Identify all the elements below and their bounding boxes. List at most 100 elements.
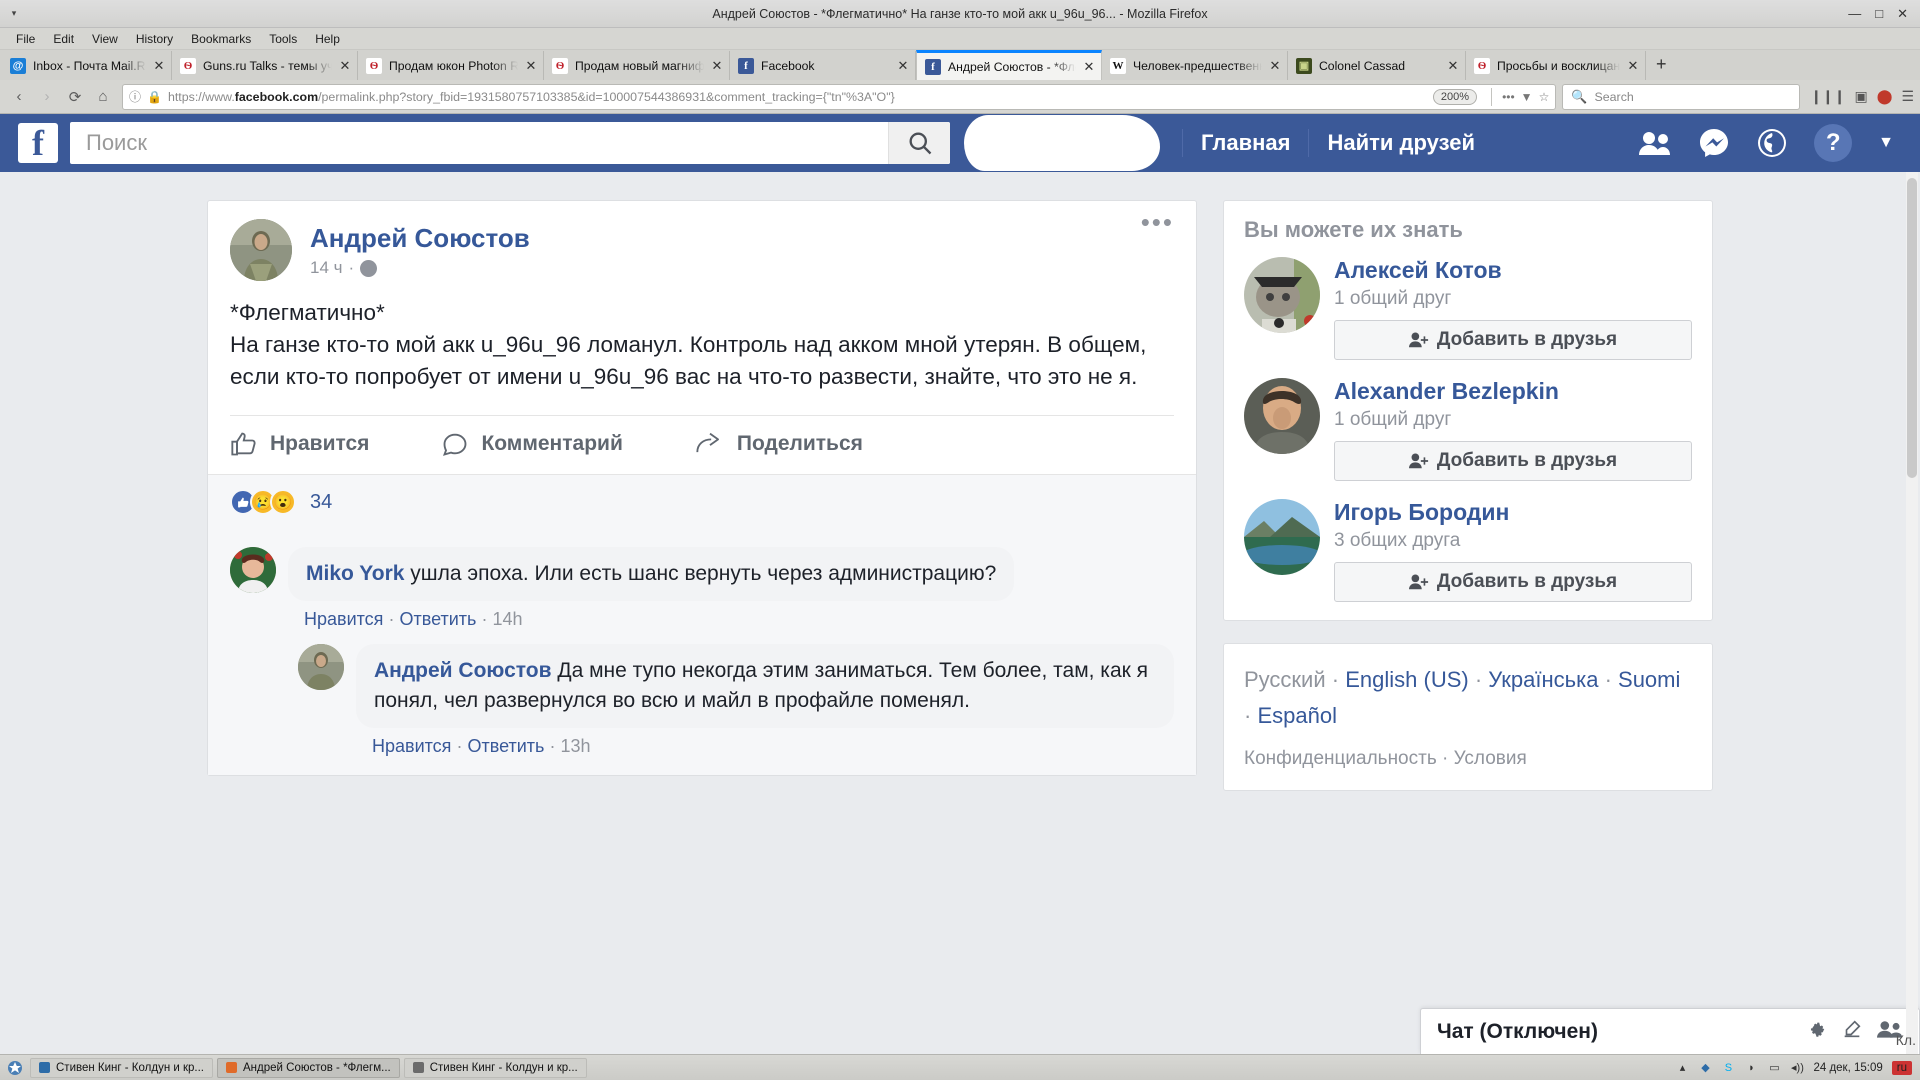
avatar[interactable] <box>1244 499 1320 575</box>
scrollbar-thumb[interactable] <box>1907 178 1917 478</box>
menu-bookmarks[interactable]: Bookmarks <box>183 31 259 47</box>
browser-tab[interactable]: f Facebook ✕ <box>730 51 916 80</box>
reaction-count[interactable]: 34 <box>310 491 332 514</box>
browser-tab[interactable]: Ѳ Просьбы и восклицания. ✕ <box>1466 51 1646 80</box>
browser-tab-active[interactable]: f Андрей Союстов - *Флегм ✕ <box>916 50 1102 80</box>
start-menu-icon[interactable] <box>4 1058 26 1078</box>
comment-like-button[interactable]: Нравится <box>372 736 451 756</box>
chat-dock[interactable]: Чат (Отключен) <box>1420 1008 1920 1054</box>
taskbar-item[interactable]: Стивен Кинг - Колдун и кр... <box>403 1057 587 1078</box>
comment-time[interactable]: 13h <box>560 736 590 756</box>
language-espanol[interactable]: Español <box>1257 703 1337 728</box>
add-friend-button[interactable]: Добавить в друзья <box>1334 320 1692 360</box>
help-icon[interactable]: ? <box>1814 124 1853 162</box>
taskbar-item-active[interactable]: Андрей Союстов - *Флегм... <box>217 1057 400 1078</box>
search-input[interactable]: Поиск <box>70 130 888 156</box>
search-button[interactable] <box>888 122 950 164</box>
reaction-summary[interactable]: 😢 😮 34 <box>208 474 1196 529</box>
browser-tab[interactable]: Ѳ Продам новый магнифер ✕ <box>544 51 730 80</box>
tray-expand-icon[interactable]: ▴ <box>1675 1061 1689 1075</box>
page-scrollbar[interactable] <box>1906 172 1918 1054</box>
browser-tab[interactable]: W Человек-предшественни ✕ <box>1102 51 1288 80</box>
taskbar-clock[interactable]: 24 дек, 15:09 <box>1813 1062 1882 1074</box>
tab-close-icon[interactable]: ✕ <box>525 58 537 74</box>
more-options-icon[interactable]: ••• <box>1141 209 1174 235</box>
zoom-level-badge[interactable]: 200% <box>1432 88 1478 105</box>
menu-help[interactable]: Help <box>307 31 348 47</box>
sidebar-icon[interactable]: ▣ <box>1855 88 1868 105</box>
share-button[interactable]: Поделиться <box>695 430 863 458</box>
tab-close-icon[interactable]: ✕ <box>897 58 909 74</box>
back-button[interactable]: ‹ <box>6 84 32 110</box>
post-author-name[interactable]: Андрей Союстов <box>310 223 530 253</box>
tab-close-icon[interactable]: ✕ <box>1269 58 1281 74</box>
menu-history[interactable]: History <box>128 31 181 47</box>
app-menu-icon[interactable]: ☰ <box>1901 88 1914 105</box>
suggestion-name[interactable]: Игорь Бородин <box>1334 499 1692 526</box>
menu-tools[interactable]: Tools <box>261 31 305 47</box>
suggestion-name[interactable]: Алексей Котов <box>1334 257 1692 284</box>
language-indicator[interactable]: ru <box>1891 1060 1912 1075</box>
new-tab-button[interactable]: + <box>1646 54 1677 77</box>
language-ukrainian[interactable]: Українська <box>1488 667 1598 692</box>
language-suomi[interactable]: Suomi <box>1618 667 1680 692</box>
pocket-icon[interactable]: ▼ <box>1521 90 1533 104</box>
avatar[interactable] <box>1244 378 1320 454</box>
tab-close-icon[interactable]: ✕ <box>153 58 165 74</box>
comment-author[interactable]: Андрей Союстов <box>374 659 552 682</box>
suggestion-name[interactable]: Alexander Bezlepkin <box>1334 378 1692 405</box>
network-icon[interactable]: ◗ <box>1744 1061 1758 1075</box>
browser-tab[interactable]: @ Inbox - Почта Mail.Ru ✕ <box>2 51 172 80</box>
facebook-search[interactable]: Поиск <box>70 122 950 164</box>
menu-file[interactable]: File <box>8 31 43 47</box>
comment-reply-button[interactable]: Ответить <box>399 609 476 629</box>
url-bar[interactable]: ⓘ 🔒 https://www.facebook.com/permalink.p… <box>122 83 1557 110</box>
account-menu-caret-icon[interactable]: ▼ <box>1878 134 1894 152</box>
close-button[interactable]: ✕ <box>1897 7 1908 20</box>
add-friend-button[interactable]: Добавить в друзья <box>1334 562 1692 602</box>
friend-requests-icon[interactable] <box>1638 129 1672 157</box>
tab-close-icon[interactable]: ✕ <box>1627 58 1639 74</box>
add-friend-button[interactable]: Добавить в друзья <box>1334 441 1692 481</box>
comment-author[interactable]: Miko York <box>306 562 404 585</box>
browser-tab[interactable]: Ѳ Продам юкон Photon RT 4. ✕ <box>358 51 544 80</box>
page-info-icon[interactable]: ⓘ <box>129 88 141 105</box>
reload-button[interactable]: ⟳ <box>62 84 88 110</box>
globe-icon[interactable] <box>360 259 378 277</box>
post-time[interactable]: 14 ч <box>310 258 343 278</box>
taskbar-item[interactable]: Стивен Кинг - Колдун и кр... <box>30 1057 213 1078</box>
tab-close-icon[interactable]: ✕ <box>711 58 723 74</box>
avatar[interactable] <box>1244 257 1320 333</box>
comment-time[interactable]: 14h <box>492 609 522 629</box>
tab-close-icon[interactable]: ✕ <box>1083 59 1095 75</box>
facebook-logo[interactable]: f <box>18 123 58 163</box>
library-icon[interactable]: ❙❙❙ <box>1810 88 1845 105</box>
battery-icon[interactable]: ▭ <box>1767 1061 1781 1075</box>
nav-find-friends[interactable]: Найти друзей <box>1309 130 1493 156</box>
browser-search-bar[interactable]: 🔍 Search <box>1562 83 1801 110</box>
menu-edit[interactable]: Edit <box>45 31 82 47</box>
bookmark-star-icon[interactable]: ☆ <box>1539 90 1550 104</box>
comment-button[interactable]: Комментарий <box>441 430 623 458</box>
comment-like-button[interactable]: Нравится <box>304 609 383 629</box>
messenger-icon[interactable] <box>1698 127 1730 159</box>
home-button[interactable]: ⌂ <box>90 84 116 110</box>
comment-reply-button[interactable]: Ответить <box>467 736 544 756</box>
browser-tab[interactable]: Ѳ Guns.ru Talks - темы участ ✕ <box>172 51 358 80</box>
menu-view[interactable]: View <box>84 31 126 47</box>
maximize-button[interactable]: □ <box>1875 7 1883 20</box>
compose-icon[interactable] <box>1841 1018 1863 1045</box>
gear-icon[interactable] <box>1805 1018 1827 1045</box>
browser-tab[interactable]: ▣ Colonel Cassad ✕ <box>1288 51 1466 80</box>
footer-links[interactable]: Конфиденциальность · Условия <box>1244 748 1692 770</box>
dropbox-icon[interactable]: ◆ <box>1698 1061 1712 1075</box>
avatar[interactable] <box>230 547 276 593</box>
page-actions-icon[interactable]: ••• <box>1502 90 1515 104</box>
forward-button[interactable]: › <box>34 84 60 110</box>
avatar[interactable] <box>230 219 292 281</box>
nav-home[interactable]: Главная <box>1183 130 1308 156</box>
account-icon[interactable]: ⬤ <box>1877 88 1893 105</box>
window-menu-icon[interactable]: ▾ <box>0 8 28 19</box>
tab-close-icon[interactable]: ✕ <box>339 58 351 74</box>
volume-icon[interactable]: ◂)) <box>1790 1061 1804 1075</box>
